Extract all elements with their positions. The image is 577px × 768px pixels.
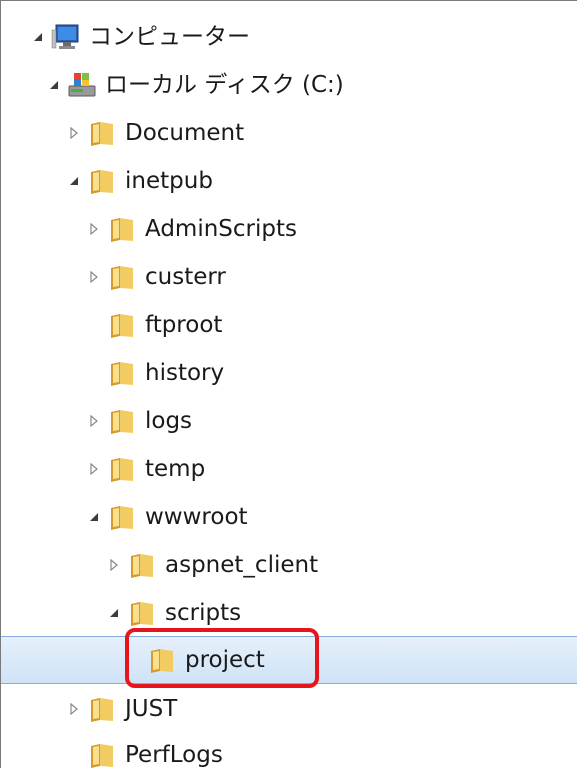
tree-item-label: scripts <box>165 599 242 626</box>
expanded-arrow-icon[interactable] <box>87 510 101 524</box>
tree-item-custerr[interactable]: custerr <box>1 253 577 301</box>
folder-icon <box>127 550 157 580</box>
folder-icon <box>147 645 177 675</box>
tree-item-history[interactable]: history <box>1 349 577 397</box>
folder-icon <box>87 166 117 196</box>
tree-item-label: ローカル ディスク (C:) <box>105 71 344 98</box>
folder-icon <box>107 310 137 340</box>
folder-icon <box>127 598 157 628</box>
folder-icon <box>107 214 137 244</box>
tree-item-ftproot[interactable]: ftproot <box>1 301 577 349</box>
collapsed-arrow-icon[interactable] <box>87 270 101 284</box>
tree-item-label: logs <box>145 407 193 434</box>
tree-item-logs[interactable]: logs <box>1 397 577 445</box>
computer-icon <box>51 22 81 52</box>
tree-item-label: PerfLogs <box>125 741 223 768</box>
tree-item-label: AdminScripts <box>145 215 297 242</box>
tree-item-scripts[interactable]: scripts <box>1 589 577 637</box>
arrow-spacer <box>87 366 101 380</box>
tree-item-label: Document <box>125 119 245 146</box>
folder-icon <box>107 502 137 532</box>
tree-item-label: temp <box>145 455 206 482</box>
folder-icon <box>87 740 117 768</box>
collapsed-arrow-icon[interactable] <box>87 462 101 476</box>
tree-item-inetpub[interactable]: inetpub <box>1 157 577 205</box>
tree-item-just[interactable]: JUST <box>1 685 577 733</box>
expanded-arrow-icon[interactable] <box>107 606 121 620</box>
tree-item-project[interactable]: project <box>1 636 577 684</box>
tree-item-label: wwwroot <box>145 503 248 530</box>
tree-item-aspnet-client[interactable]: aspnet_client <box>1 541 577 589</box>
tree-item-perflogs[interactable]: PerfLogs <box>1 731 577 768</box>
collapsed-arrow-icon[interactable] <box>67 126 81 140</box>
tree-item-label: ftproot <box>145 311 223 338</box>
folder-icon <box>107 406 137 436</box>
tree-item-label: project <box>185 646 265 673</box>
folder-icon <box>107 454 137 484</box>
local-disk-icon <box>67 70 97 100</box>
tree-item-adminscripts[interactable]: AdminScripts <box>1 205 577 253</box>
folder-icon <box>107 262 137 292</box>
tree-item-wwwroot[interactable]: wwwroot <box>1 493 577 541</box>
tree-item-computer[interactable]: コンピューター <box>1 13 577 61</box>
collapsed-arrow-icon[interactable] <box>107 558 121 572</box>
tree-item-temp[interactable]: temp <box>1 445 577 493</box>
tree-item-label: JUST <box>125 695 178 722</box>
tree-item-label: inetpub <box>125 167 213 194</box>
arrow-spacer <box>67 748 81 762</box>
collapsed-arrow-icon[interactable] <box>87 222 101 236</box>
folder-icon <box>87 694 117 724</box>
expanded-arrow-icon[interactable] <box>31 30 45 44</box>
arrow-spacer <box>87 318 101 332</box>
collapsed-arrow-icon[interactable] <box>87 414 101 428</box>
tree-item-label: aspnet_client <box>165 551 319 578</box>
tree-item-label: コンピューター <box>89 23 250 50</box>
tree-item-label: custerr <box>145 263 226 290</box>
folder-tree-pane: コンピューター ローカル ディスク (C:) Document inetpub … <box>0 0 577 768</box>
tree-item-document[interactable]: Document <box>1 109 577 157</box>
collapsed-arrow-icon[interactable] <box>67 702 81 716</box>
expanded-arrow-icon[interactable] <box>47 78 61 92</box>
folder-icon <box>87 118 117 148</box>
tree-item-label: history <box>145 359 225 386</box>
arrow-spacer <box>127 653 141 667</box>
expanded-arrow-icon[interactable] <box>67 174 81 188</box>
tree-item-local-disk[interactable]: ローカル ディスク (C:) <box>1 61 577 109</box>
folder-icon <box>107 358 137 388</box>
